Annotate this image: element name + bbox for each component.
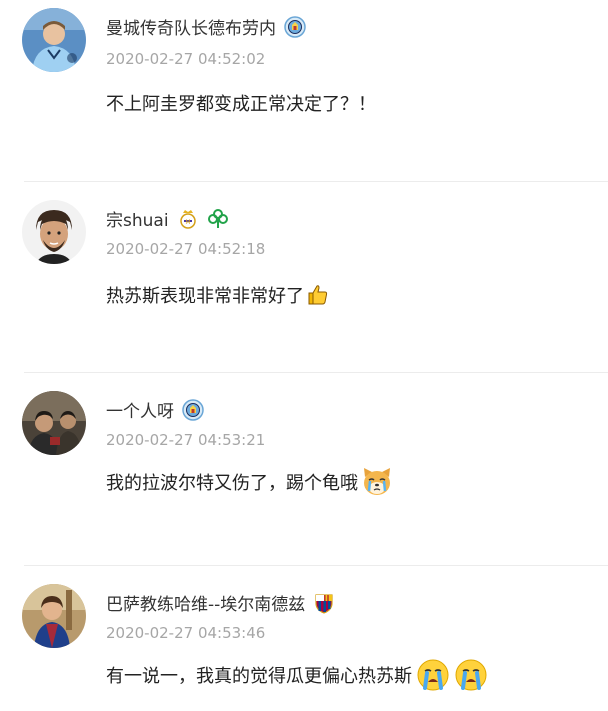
- man-city-badge-icon: [182, 398, 204, 421]
- avatar[interactable]: [22, 8, 86, 72]
- comment-item: 巴萨教练哈维--埃尔南德兹 2020-02-27 04:53:46 有一说一，我…: [0, 566, 608, 711]
- svg-text:M: M: [185, 219, 190, 226]
- man-city-badge-icon: [284, 15, 306, 38]
- comment-item: 宗shuai M 2020-02-27 04:52:18 热苏斯表现非常非常好了: [0, 182, 608, 372]
- username[interactable]: 宗shuai M: [106, 206, 229, 231]
- username-text[interactable]: 巴萨教练哈维--埃尔南德兹: [106, 590, 305, 615]
- real-madrid-badge-icon: M: [177, 208, 199, 230]
- timestamp: 2020-02-27 04:53:46: [106, 624, 266, 642]
- comment-text-body: 热苏斯表现非常非常好了: [106, 286, 304, 307]
- crying-dog-icon: [360, 465, 394, 499]
- username[interactable]: 巴萨教练哈维--埃尔南德兹: [106, 590, 335, 615]
- comment-item: 一个人呀 2020-02-27 04:53:21 我的拉波尔特又伤了，踢个龟哦: [0, 373, 608, 565]
- thumbs-up-icon: [306, 283, 330, 307]
- comment-text: 我的拉波尔特又伤了，踢个龟哦: [106, 465, 394, 499]
- avatar[interactable]: [22, 200, 86, 264]
- timestamp: 2020-02-27 04:52:18: [106, 240, 266, 258]
- username-text[interactable]: 一个人呀: [106, 397, 174, 422]
- green-clover-badge-icon: [207, 208, 229, 230]
- username-text[interactable]: 宗shuai: [106, 206, 169, 231]
- avatar[interactable]: [22, 391, 86, 455]
- avatar[interactable]: [22, 584, 86, 648]
- username[interactable]: 曼城传奇队长德布劳内: [106, 14, 306, 39]
- crying-face-icon: [416, 658, 450, 692]
- crying-face-icon: [454, 658, 488, 692]
- comment-text: 热苏斯表现非常非常好了: [106, 282, 330, 308]
- comment-text: 不上阿圭罗都变成正常决定了？！: [106, 90, 376, 116]
- comment-text-body: 不上阿圭罗都变成正常决定了？！: [106, 94, 376, 115]
- comment-text-body: 有一说一，我真的觉得瓜更偏心热苏斯: [106, 666, 412, 687]
- username-text[interactable]: 曼城传奇队长德布劳内: [106, 14, 276, 39]
- comment-item: 曼城传奇队长德布劳内 2020-02-27 04:52:02 不上阿圭罗都变成正…: [0, 0, 608, 182]
- barcelona-badge-icon: [313, 592, 335, 614]
- username[interactable]: 一个人呀: [106, 397, 204, 422]
- timestamp: 2020-02-27 04:53:21: [106, 431, 266, 449]
- comment-text-body: 我的拉波尔特又伤了，踢个龟哦: [106, 473, 358, 494]
- timestamp: 2020-02-27 04:52:02: [106, 50, 266, 68]
- comment-text: 有一说一，我真的觉得瓜更偏心热苏斯: [106, 658, 488, 692]
